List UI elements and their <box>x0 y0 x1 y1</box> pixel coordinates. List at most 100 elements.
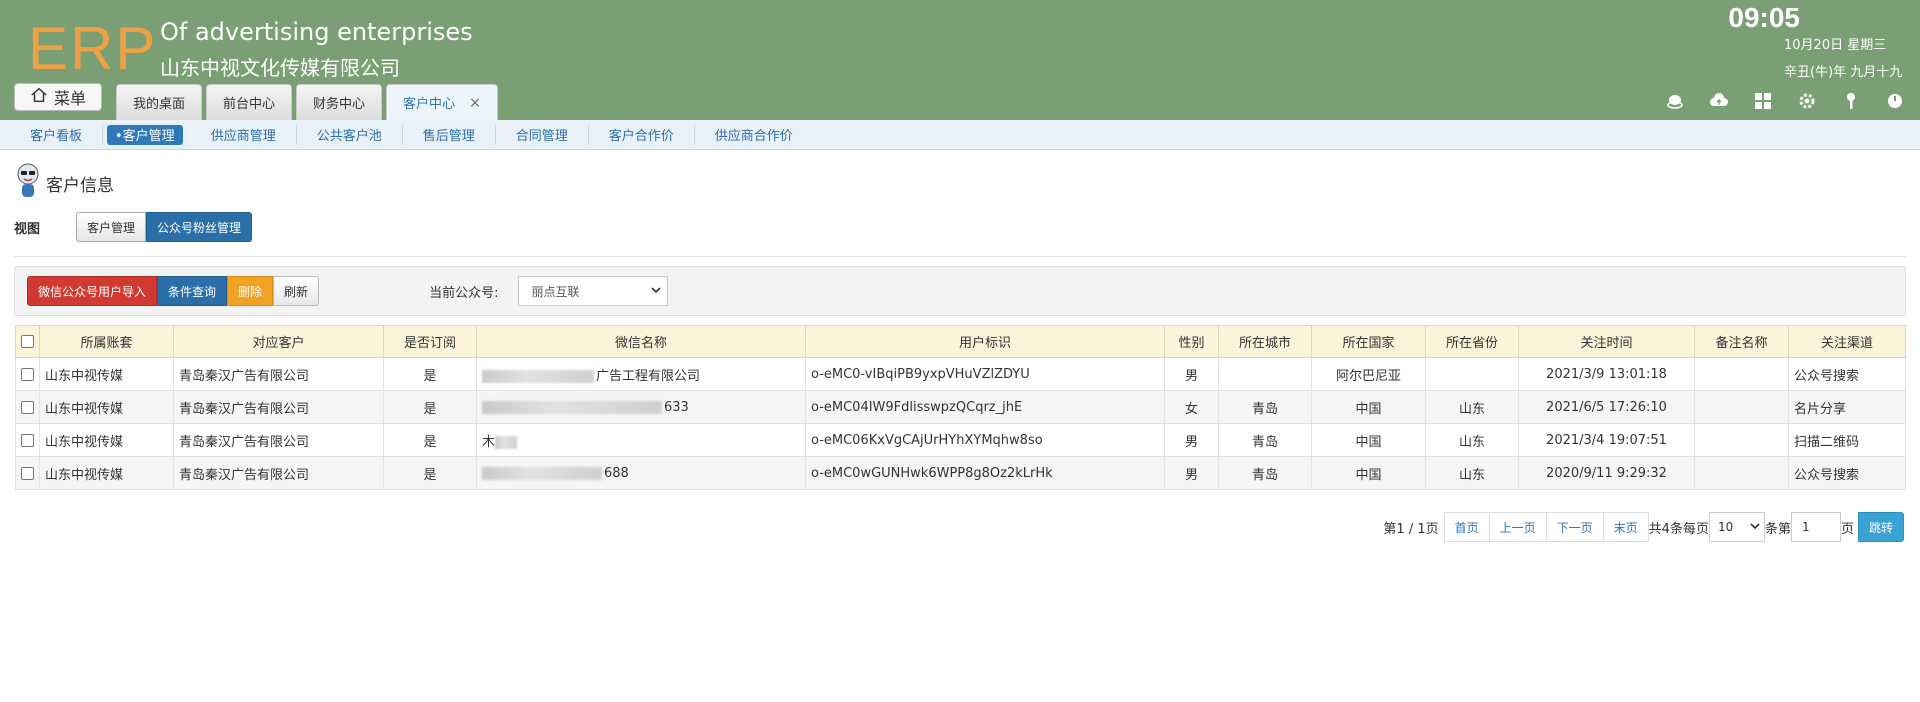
subnav-contract-management[interactable]: 合同管理 <box>496 124 589 145</box>
table-row[interactable]: 山东中视传媒 青岛秦汉广告有限公司 是 633 o-eMC04IW9Fdliss… <box>15 390 1906 424</box>
prev-page-button[interactable]: 上一页 <box>1488 512 1547 542</box>
column-header[interactable]: 用户标识 <box>805 325 1165 358</box>
next-page-button[interactable]: 下一页 <box>1545 512 1604 542</box>
cell-openid: o-eMC0wGUNHwk6WPP8g8Oz2kLrHk <box>805 456 1165 490</box>
menu-button[interactable]: 菜单 <box>14 83 102 111</box>
unit-label: 条第 <box>1764 521 1791 537</box>
chevron-down-icon <box>651 284 662 298</box>
close-icon[interactable]: × <box>469 95 481 111</box>
view-fans-management-button[interactable]: 公众号粉丝管理 <box>146 212 253 242</box>
cell-province <box>1425 357 1519 391</box>
subnav-supplier-price[interactable]: 供应商合作价 <box>695 125 813 145</box>
table-header-row: 所属账套 对应客户 是否订阅 微信名称 用户标识 性别 所在城市 所在国家 所在… <box>15 325 1906 358</box>
last-page-button[interactable]: 末页 <box>1602 512 1649 542</box>
cell-city: 青岛 <box>1218 456 1312 490</box>
cell-city: 青岛 <box>1218 390 1312 424</box>
redacted-blur <box>482 400 662 414</box>
subnav-supplier-management[interactable]: 供应商管理 <box>191 124 297 145</box>
first-page-button[interactable]: 首页 <box>1443 512 1490 542</box>
company-name-cn: 山东中视文化传媒有限公司 <box>160 56 400 80</box>
column-header[interactable]: 备注名称 <box>1694 325 1789 358</box>
cell-subscribed: 是 <box>383 456 477 490</box>
page-number-input[interactable]: 1 <box>1790 512 1841 542</box>
cell-gender: 男 <box>1164 423 1219 457</box>
cell-gender: 男 <box>1164 456 1219 490</box>
tab-label: 客户中心 <box>403 97 456 112</box>
subnav-customer-management[interactable]: •客户管理 <box>107 124 183 145</box>
column-header[interactable]: 是否订阅 <box>383 325 477 358</box>
account-label: 当前公众号: <box>429 285 499 301</box>
cloud-icon[interactable] <box>1708 90 1730 112</box>
grid-icon[interactable] <box>1752 90 1774 112</box>
key-icon[interactable] <box>1840 90 1862 112</box>
column-header[interactable]: 关注渠道 <box>1788 325 1906 358</box>
cell-subscribed: 是 <box>383 423 477 457</box>
row-checkbox[interactable] <box>15 357 40 391</box>
pagination: 第1 / 1页 首页 上一页 下一页 末页 共4条每页 10 条第 1 页 跳转 <box>1383 512 1904 542</box>
subnav-customer-price[interactable]: 客户合作价 <box>589 124 695 145</box>
power-icon[interactable] <box>1884 90 1906 112</box>
refresh-button[interactable]: 刷新 <box>273 276 320 306</box>
row-checkbox[interactable] <box>15 390 40 424</box>
table-row[interactable]: 山东中视传媒 青岛秦汉广告有限公司 是 木 o-eMC06KxVgCAjUrHY… <box>15 423 1906 457</box>
subnav-customer-board[interactable]: 客户看板 <box>10 124 104 145</box>
cell-openid: o-eMC04IW9FdlisswpzQCqrz_jhE <box>805 390 1165 424</box>
tab-customer-center[interactable]: 客户中心 × <box>386 84 498 120</box>
column-header[interactable]: 所在城市 <box>1218 325 1312 358</box>
view-label: 视图 <box>14 221 41 237</box>
cell-gender: 男 <box>1164 357 1219 391</box>
column-header[interactable]: 所属账套 <box>39 325 174 358</box>
column-header[interactable]: 性别 <box>1164 325 1219 358</box>
column-header[interactable]: 微信名称 <box>476 325 806 358</box>
delete-button[interactable]: 删除 <box>227 276 274 306</box>
erp-logo: ERP <box>28 15 158 82</box>
cell-channel: 名片分享 <box>1788 390 1906 424</box>
page-title: 客户信息 <box>14 162 114 205</box>
cell-follow-time: 2021/6/5 17:26:10 <box>1518 390 1695 424</box>
redacted-blur <box>482 369 594 383</box>
tab-my-desktop[interactable]: 我的桌面 <box>116 84 203 120</box>
cell-remark <box>1694 357 1789 391</box>
cell-openid: o-eMC0-vIBqiPB9yxpVHuVZlZDYU <box>805 357 1165 391</box>
cell-city <box>1218 357 1312 391</box>
wechat-name-text: 688 <box>604 465 629 481</box>
select-all-checkbox[interactable] <box>15 325 40 358</box>
table-row[interactable]: 山东中视传媒 青岛秦汉广告有限公司 是 688 o-eMC0wGUNHwk6WP… <box>15 456 1906 490</box>
cell-country: 中国 <box>1311 390 1426 424</box>
row-checkbox[interactable] <box>15 456 40 490</box>
wechat-import-button[interactable]: 微信公众号用户导入 <box>27 276 158 306</box>
column-header[interactable]: 所在省份 <box>1425 325 1519 358</box>
tab-label: 我的桌面 <box>133 97 186 112</box>
tab-finance-center[interactable]: 财务中心 <box>296 84 383 120</box>
subnav-public-pool[interactable]: 公共客户池 <box>297 124 403 145</box>
cell-channel: 公众号搜索 <box>1788 456 1906 490</box>
tab-front-center[interactable]: 前台中心 <box>206 84 293 120</box>
account-select[interactable]: 丽点互联 <box>518 276 669 306</box>
cell-channel: 扫描二维码 <box>1788 423 1906 457</box>
cell-customer: 青岛秦汉广告有限公司 <box>173 456 384 490</box>
subnav-after-sales[interactable]: 售后管理 <box>403 124 496 145</box>
cell-account: 山东中视传媒 <box>39 357 174 391</box>
cell-remark <box>1694 456 1789 490</box>
cell-customer: 青岛秦汉广告有限公司 <box>173 357 384 391</box>
divider <box>14 256 1906 257</box>
gear-icon[interactable] <box>1796 90 1818 112</box>
cell-country: 中国 <box>1311 456 1426 490</box>
cell-wechat-name: 633 <box>476 390 806 424</box>
column-header[interactable]: 所在国家 <box>1311 325 1426 358</box>
jump-button[interactable]: 跳转 <box>1857 512 1904 542</box>
view-customer-management-button[interactable]: 客户管理 <box>76 212 147 242</box>
column-header[interactable]: 关注时间 <box>1518 325 1695 358</box>
cell-subscribed: 是 <box>383 390 477 424</box>
coin-icon[interactable] <box>1664 90 1686 112</box>
table-row[interactable]: 山东中视传媒 青岛秦汉广告有限公司 是 广告工程有限公司 o-eMC0-vIBq… <box>15 357 1906 391</box>
row-checkbox[interactable] <box>15 423 40 457</box>
condition-query-button[interactable]: 条件查询 <box>157 276 228 306</box>
page-size-select[interactable]: 10 <box>1708 512 1765 542</box>
cell-subscribed: 是 <box>383 357 477 391</box>
wechat-name-text: 木 <box>482 434 496 450</box>
cell-gender: 女 <box>1164 390 1219 424</box>
cell-customer: 青岛秦汉广告有限公司 <box>173 423 384 457</box>
column-header[interactable]: 对应客户 <box>173 325 384 358</box>
cell-province: 山东 <box>1425 423 1519 457</box>
